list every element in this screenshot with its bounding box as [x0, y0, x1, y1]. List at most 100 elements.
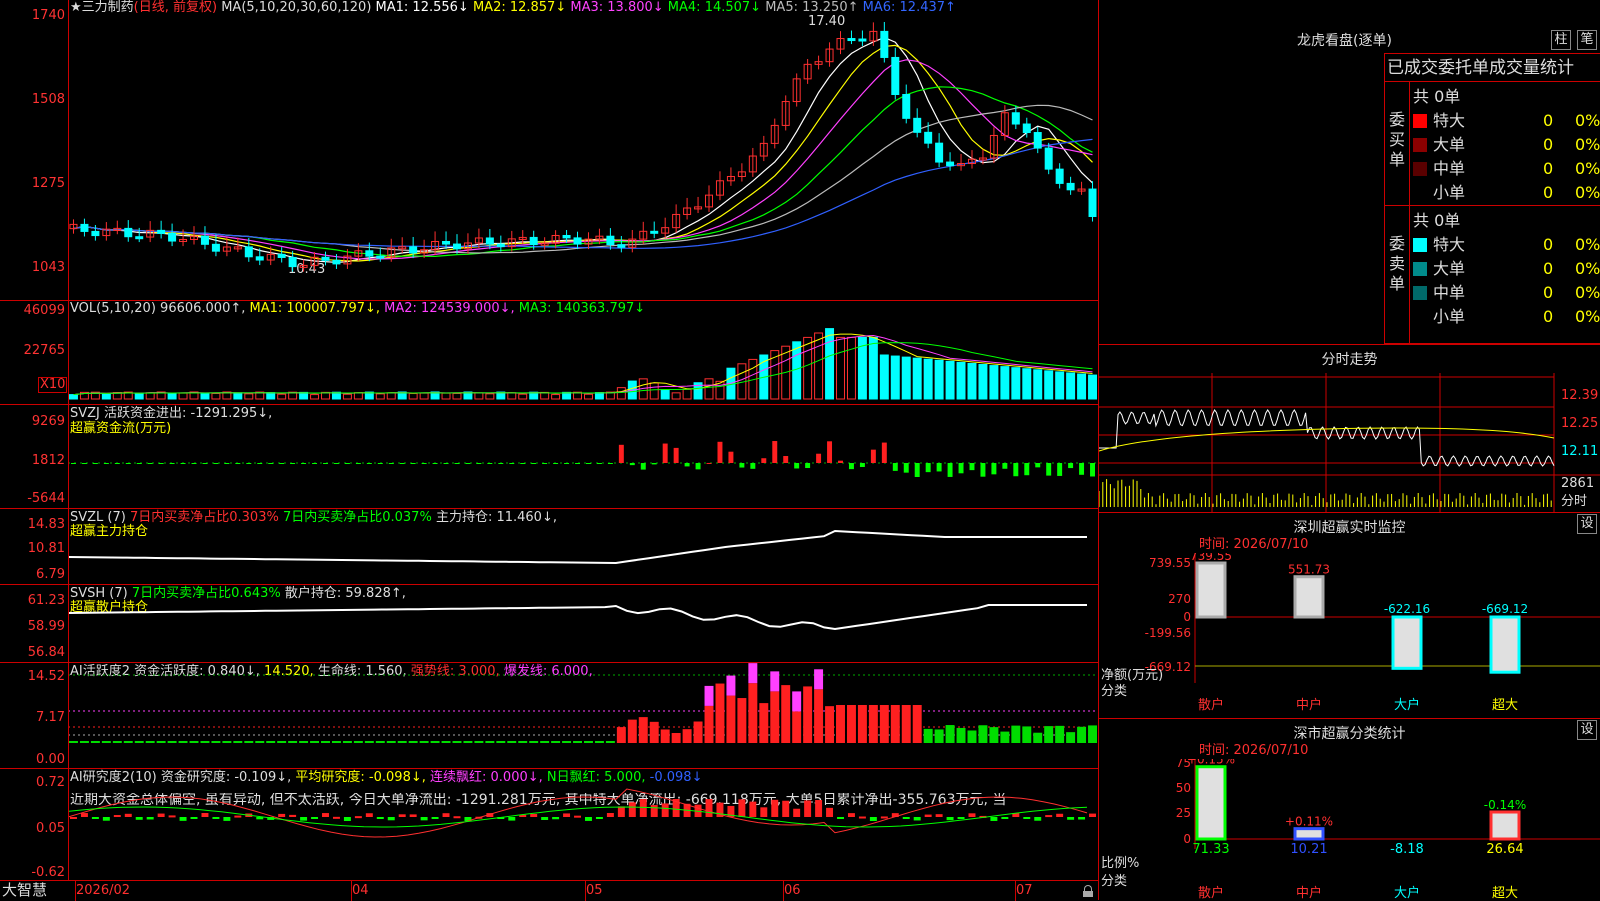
intraday-chart[interactable]	[1099, 373, 1600, 513]
y-label: 61.23	[27, 593, 65, 608]
research-bar	[782, 800, 790, 817]
volume-chart[interactable]	[68, 311, 1098, 403]
lhb-buy-row-p: 0%	[1575, 135, 1600, 154]
ma3-label: MA3: 13.800↓	[570, 0, 664, 15]
flow-bar	[684, 463, 690, 467]
flow-bar	[366, 463, 372, 464]
flow-bar	[476, 463, 482, 464]
stock-name[interactable]: ★三力制药	[70, 0, 134, 15]
settings-button[interactable]: 设	[1577, 720, 1597, 740]
ratio-change: +0.11%	[1285, 815, 1333, 829]
candle-body	[606, 235, 615, 246]
research-bar	[760, 807, 768, 817]
svzl-chart[interactable]	[68, 509, 1098, 585]
research-bar	[179, 817, 187, 821]
kline-chart[interactable]	[68, 14, 1098, 300]
lhb-sell-row-n: 0	[1543, 259, 1554, 278]
flow-bar	[586, 463, 591, 464]
volume-bar	[704, 378, 714, 400]
activity-bar	[671, 732, 681, 743]
ai-activity-pane[interactable]: 14.52 7.17 0.00 AI活跃度2 资金活跃度: 0.840↓, 14…	[0, 662, 1099, 768]
volume-bar	[1077, 373, 1087, 400]
kline-pane[interactable]: 1740 1508 1275 1043 ★三力制药(日线, 前复权) MA(5,…	[0, 0, 1099, 300]
activity-bar	[759, 703, 769, 743]
y-label: 270	[1168, 592, 1191, 606]
volume-bar	[956, 361, 966, 400]
research-bar	[661, 803, 669, 817]
activity-bar	[299, 741, 309, 743]
brand-logo: 大智慧	[2, 881, 48, 899]
activity-bar	[310, 741, 320, 743]
activity-bar	[101, 741, 111, 743]
candle-body	[124, 227, 133, 238]
ai-research-chart[interactable]	[68, 769, 1098, 881]
candle-body	[442, 240, 451, 245]
research-bar	[354, 816, 362, 819]
y-label: 46099	[23, 303, 65, 318]
settings-button[interactable]: 设	[1577, 514, 1597, 534]
svzj-chart[interactable]	[68, 405, 1098, 509]
research-bar	[1034, 817, 1042, 821]
svsh-chart[interactable]	[68, 585, 1098, 663]
buy-side-label: 委买单	[1389, 110, 1406, 169]
volume-bar	[803, 336, 813, 400]
divider	[1385, 81, 1600, 82]
svzj-pane[interactable]: 9269 1812 -5644 SVZJ 活跃资金进出: -1291.295↓,…	[0, 404, 1099, 508]
research-bar	[880, 816, 888, 819]
svzl-pane[interactable]: 14.83 10.81 6.79 SVZL (7) 7日内买卖净占比0.303%…	[0, 508, 1099, 584]
research-bar	[1045, 815, 1053, 818]
flow-bar	[936, 463, 942, 472]
flow-bar	[695, 463, 701, 470]
svsh-pane[interactable]: 61.23 58.99 56.84 SVSH (7) 7日内买卖净占比0.643…	[0, 584, 1099, 662]
activity-bar	[770, 691, 780, 743]
activity-bar	[288, 741, 298, 743]
activity-bar	[222, 741, 232, 743]
volume-pane[interactable]: 46099 22765 X10 VOL(5,10,20) 96606.000↑,…	[0, 300, 1099, 404]
candle-body	[573, 237, 582, 245]
flow-bar	[980, 463, 986, 477]
ratio-bar	[1293, 827, 1325, 841]
monitor-chart[interactable]: 739.55 270 0 -199.56 -669.12 739.55 散户 551.73 中户…	[1099, 553, 1600, 719]
ratio-bar	[1195, 765, 1227, 841]
research-bar	[102, 817, 110, 821]
flow-bar	[947, 463, 953, 477]
y-label: 10.81	[27, 541, 65, 556]
lhb-tab-label[interactable]: 已成交委托单成交量统计	[1387, 58, 1574, 78]
activity-bar	[978, 725, 988, 743]
ai-activity-chart[interactable]	[68, 663, 1098, 769]
flow-bar	[618, 444, 624, 463]
volume-bar	[1011, 367, 1021, 400]
activity-bar	[211, 741, 221, 743]
ma4-label: MA4: 14.507↓	[667, 0, 762, 15]
flow-bar	[410, 463, 416, 464]
classify-chart[interactable]: 7550250+0.15%71.33散户+0.11%10.21中户-8.18大户…	[1099, 759, 1600, 901]
bar-mode-button[interactable]: 柱	[1551, 30, 1571, 50]
y-label: 1508	[31, 92, 65, 107]
flow-bar	[750, 463, 756, 469]
category-label: 大户	[1394, 697, 1420, 713]
lhb-buy-row-n: 0	[1543, 183, 1554, 202]
lhb-buy-row-label: 特大	[1433, 111, 1466, 130]
volume-bar	[145, 392, 155, 400]
ai-research-pane[interactable]: 0.72 0.05 -0.62 AI研究度2(10) 资金研究度: -0.109…	[0, 768, 1099, 880]
activity-bar	[496, 741, 506, 743]
lhb-sell-row-p: 0%	[1575, 307, 1600, 326]
activity-bar	[397, 741, 407, 743]
activity-bar	[518, 741, 528, 743]
classify-panel[interactable]: 深市超赢分类统计 设 时间: 2026/07/10 75 50 25 0 +0.15% 7…	[1099, 718, 1600, 901]
activity-bar	[704, 705, 714, 743]
flow-bar	[827, 441, 833, 463]
activity-bar	[90, 741, 100, 743]
flow-bar	[673, 447, 679, 463]
date-tick-mark	[351, 881, 352, 901]
period-label[interactable]: (日线, 前复权)	[134, 0, 217, 15]
date-tick-mark	[585, 881, 586, 901]
intraday-panel[interactable]: 分时走势 12.39 12.25 12.11 2861 分时	[1099, 344, 1600, 513]
ma5-label: MA5: 13.250↑	[765, 0, 859, 15]
flow-bar	[301, 463, 307, 464]
y-label: -0.62	[31, 865, 65, 880]
monitor-panel[interactable]: 深圳超赢实时监控 设 时间: 2026/07/10 739.55 270 0 -199…	[1099, 512, 1600, 718]
tick-mode-button[interactable]: 笔	[1577, 30, 1597, 50]
flow-bar	[881, 442, 887, 463]
flow-bar	[323, 463, 328, 464]
